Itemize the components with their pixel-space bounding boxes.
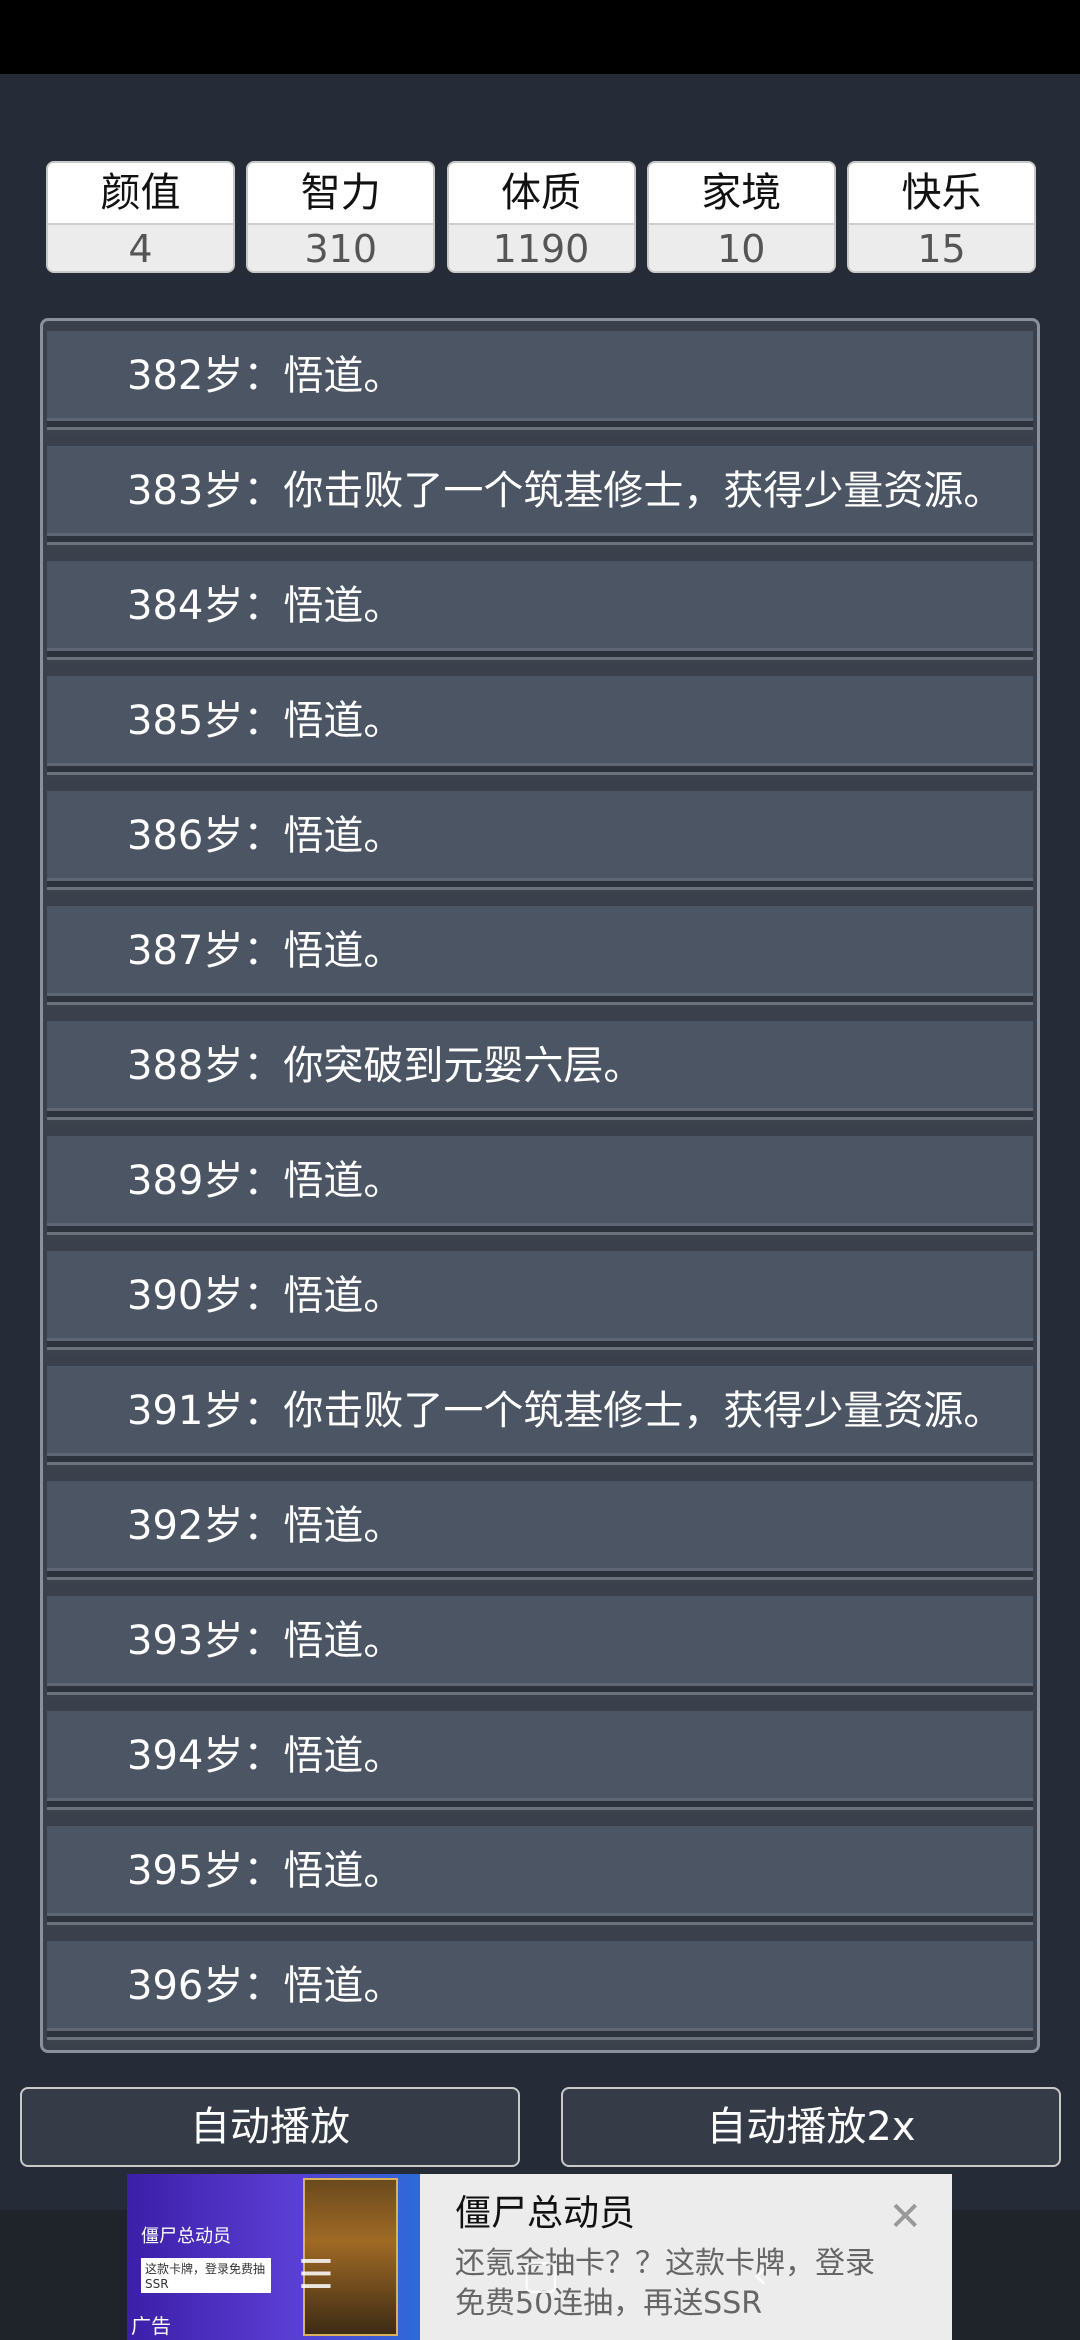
stat-intelligence: 智力 310	[246, 161, 436, 273]
stat-value: 15	[849, 223, 1034, 271]
log-entry: 390岁：悟道。	[47, 1251, 1033, 1341]
log-entry: 383岁：你击败了一个筑基修士，获得少量资源。	[47, 446, 1033, 536]
ad-description[interactable]: 还氪金抽卡？？这款卡牌，登录免费50连抽，再送SSR	[455, 2244, 875, 2324]
log-entry: 389岁：悟道。	[47, 1136, 1033, 1226]
ad-image[interactable]: 僵尸总动员 这款卡牌，登录免费抽SSR 广告	[127, 2174, 420, 2340]
log-entry: 393岁：悟道。	[47, 1596, 1033, 1686]
log-entry: 392岁：悟道。	[47, 1481, 1033, 1571]
log-entry: 396岁：悟道。	[47, 1941, 1033, 2031]
ad-thumb-title: 僵尸总动员	[141, 2226, 231, 2247]
status-bar	[0, 0, 1080, 74]
stat-value: 310	[248, 223, 434, 271]
log-entry: 395岁：悟道。	[47, 1826, 1033, 1916]
stat-label: 快乐	[849, 163, 1034, 223]
ad-thumb-subtitle: 这款卡牌，登录免费抽SSR	[141, 2258, 271, 2293]
close-icon[interactable]: ✕	[888, 2194, 922, 2240]
stat-label: 家境	[648, 163, 834, 223]
ad-title[interactable]: 僵尸总动员	[455, 2184, 635, 2236]
stat-label: 智力	[248, 163, 434, 223]
ad-label: 广告	[131, 2314, 171, 2338]
log-entry: 391岁：你击败了一个筑基修士，获得少量资源。	[47, 1366, 1033, 1456]
menu-icon[interactable]: ☰	[298, 2252, 334, 2298]
log-entry: 385岁：悟道。	[47, 676, 1033, 766]
log-entry: 394岁：悟道。	[47, 1711, 1033, 1801]
life-log-list[interactable]: 382岁：悟道。 383岁：你击败了一个筑基修士，获得少量资源。 384岁：悟道…	[40, 318, 1040, 2053]
auto-play-2x-button[interactable]: 自动播放2x	[561, 2087, 1061, 2167]
stat-label: 体质	[448, 163, 634, 223]
auto-play-button[interactable]: 自动播放	[20, 2087, 520, 2167]
stat-value: 4	[48, 223, 233, 271]
log-entry: 387岁：悟道。	[47, 906, 1033, 996]
attribute-stats: 颜值 4 智力 310 体质 1190 家境 10 快乐 15	[46, 161, 1036, 273]
stat-appearance: 颜值 4	[46, 161, 235, 273]
stat-value: 10	[648, 223, 834, 271]
log-entry: 388岁：你突破到元婴六层。	[47, 1021, 1033, 1111]
home-icon[interactable]: ▢	[522, 2252, 560, 2298]
stat-label: 颜值	[48, 163, 233, 223]
log-entry: 382岁：悟道。	[47, 331, 1033, 421]
stat-value: 1190	[448, 223, 634, 271]
stat-family: 家境 10	[646, 161, 836, 273]
back-icon[interactable]: ‹	[752, 2252, 768, 2298]
stat-constitution: 体质 1190	[446, 161, 636, 273]
stat-happiness: 快乐 15	[847, 161, 1036, 273]
log-entry: 384岁：悟道。	[47, 561, 1033, 651]
log-entry: 386岁：悟道。	[47, 791, 1033, 881]
